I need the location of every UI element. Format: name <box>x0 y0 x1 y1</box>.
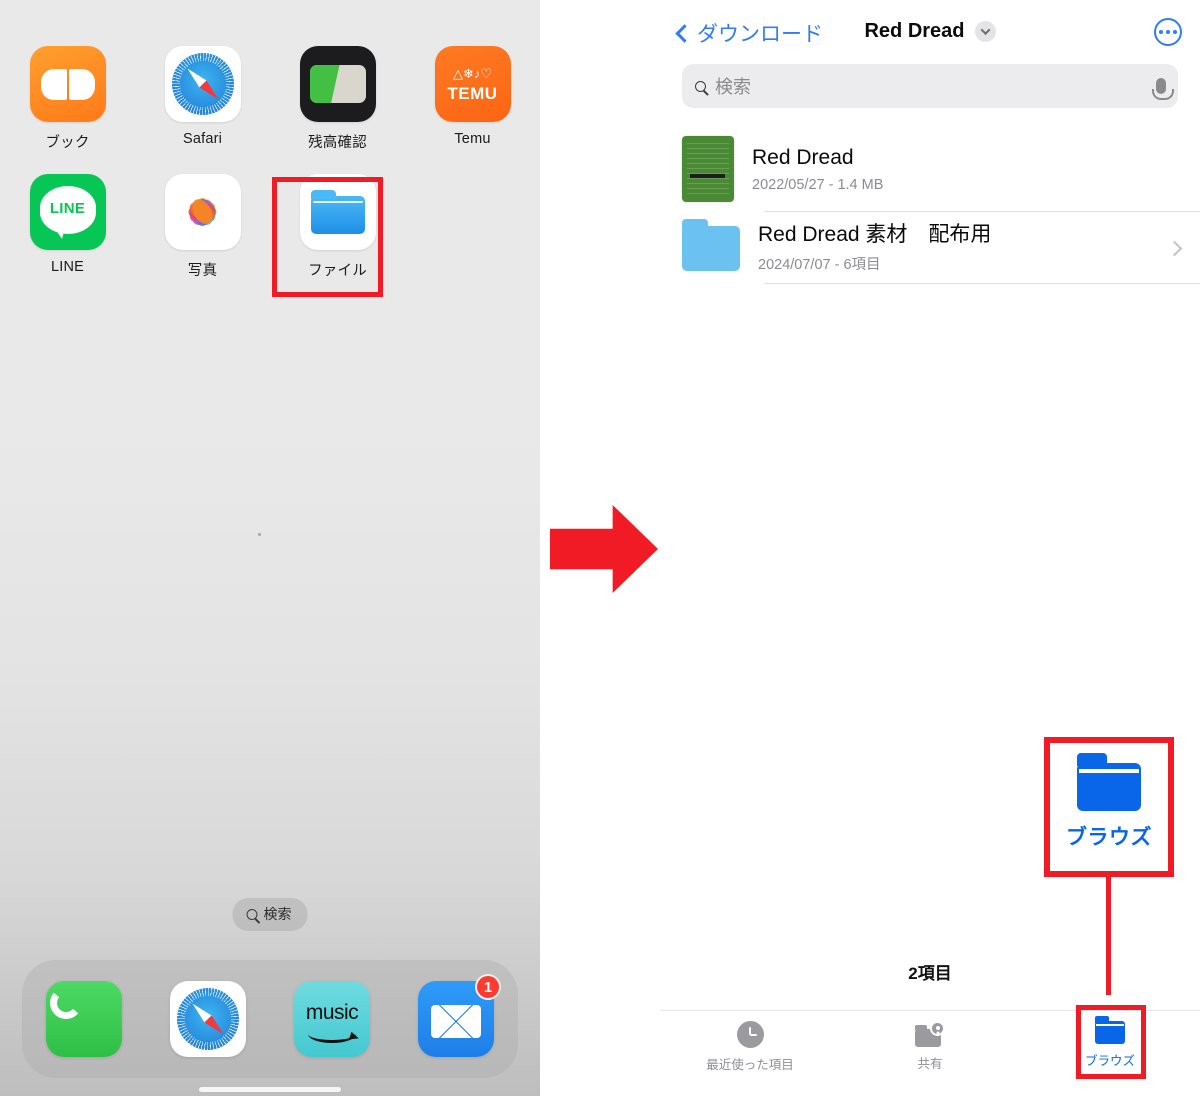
page-title: Red Dread <box>660 20 1200 43</box>
music-icon: music <box>294 981 370 1057</box>
list-item[interactable]: Red Dread 2022/05/27 - 1.4 MB <box>660 126 1200 212</box>
document-thumbnail <box>682 136 734 202</box>
balance-check-icon <box>299 46 376 122</box>
wallpaper-speck <box>258 533 261 536</box>
temu-wordmark: TEMU <box>447 84 498 103</box>
callout-connector-line <box>1106 877 1111 995</box>
app-icon-photos[interactable]: 写真 <box>135 174 270 280</box>
search-icon <box>246 908 258 920</box>
chevron-right-icon <box>1166 240 1183 256</box>
tab-label: 共有 <box>917 1057 943 1071</box>
app-label: Safari <box>182 131 223 147</box>
tab-label: ブラウズ <box>1084 1054 1135 1068</box>
search-icon <box>695 80 706 92</box>
app-label: ファイル <box>308 263 367 279</box>
line-icon: LINE <box>29 174 106 250</box>
app-label: 写真 <box>187 263 218 279</box>
temu-icon: △❄♪♡ TEMU <box>434 46 511 122</box>
app-label: 残高確認 <box>308 135 367 151</box>
tab-label: 最近使った項目 <box>706 1058 794 1072</box>
home-search-pill[interactable]: 検索 <box>232 898 308 931</box>
app-icon-temu[interactable]: △❄♪♡ TEMU Temu <box>405 46 540 152</box>
files-app-screen: ダウンロード Red Dread 検索 Red Dread 2022/05/27… <box>660 0 1200 1096</box>
list-item-text: Red Dread 2022/05/27 - 1.4 MB <box>752 145 1200 192</box>
item-count: 2項目 <box>908 964 952 983</box>
home-search-label: 検索 <box>263 906 292 922</box>
page-title-text: Red Dread <box>864 20 965 42</box>
list-item-meta: 2022/05/27 - 1.4 MB <box>752 176 884 193</box>
app-icon-line[interactable]: LINE LINE <box>0 174 135 280</box>
phone-icon <box>46 981 122 1057</box>
list-item-meta: 2024/07/07 - 6項目 <box>758 257 881 274</box>
mail-badge: 1 <box>475 974 501 1000</box>
safari-icon <box>164 46 241 122</box>
app-label: Temu <box>454 131 491 147</box>
app-icon-books[interactable]: ブック <box>0 46 135 152</box>
dock-item-music[interactable]: music <box>294 981 370 1057</box>
list-item-text: Red Dread 素材 配布用 2024/07/07 - 6項目 <box>758 222 1151 274</box>
search-input[interactable]: 検索 <box>682 64 1178 108</box>
dock-item-phone[interactable] <box>46 981 122 1057</box>
dock-item-safari[interactable] <box>170 981 246 1057</box>
tab-shared[interactable]: 共有 <box>840 1021 1020 1072</box>
shared-folder-icon <box>915 1021 945 1047</box>
ios-home-screen: ブック Safari 残高確認 △❄♪♡ TEMU Temu LINE LINE… <box>0 0 540 1096</box>
screenshot-root: ブック Safari 残高確認 △❄♪♡ TEMU Temu LINE LINE… <box>0 0 1200 1096</box>
app-label: ブック <box>45 135 90 151</box>
photos-icon <box>164 174 241 250</box>
folder-icon <box>682 218 740 271</box>
app-label: LINE <box>50 259 85 275</box>
callout-browse-tab: ブラウズ <box>1044 737 1174 877</box>
list-item[interactable]: Red Dread 素材 配布用 2024/07/07 - 6項目 <box>660 212 1200 285</box>
search-placeholder: 検索 <box>715 77 751 97</box>
books-icon <box>29 46 106 122</box>
red-right-arrow <box>550 505 658 593</box>
app-icon-balance-check[interactable]: 残高確認 <box>270 46 405 152</box>
tab-browse[interactable]: ブラウズ <box>1020 1016 1200 1069</box>
navigation-bar: ダウンロード Red Dread <box>660 0 1200 60</box>
microphone-icon[interactable] <box>1152 78 1174 100</box>
browse-folder-icon <box>1077 753 1141 811</box>
tab-recents[interactable]: 最近使った項目 <box>660 1021 840 1073</box>
browse-folder-icon <box>1095 1016 1125 1044</box>
safari-icon <box>170 981 246 1057</box>
callout-label: ブラウズ <box>1066 826 1152 849</box>
clock-icon <box>736 1021 764 1048</box>
file-list: Red Dread 2022/05/27 - 1.4 MB Red Dread … <box>660 126 1200 285</box>
line-wordmark: LINE <box>49 200 86 217</box>
transition-arrow-area <box>540 0 660 1096</box>
dock: music 1 <box>22 960 518 1078</box>
app-icon-safari[interactable]: Safari <box>135 46 270 152</box>
tab-bar: 最近使った項目 共有 ブラウズ <box>660 1010 1200 1096</box>
list-item-name: Red Dread 素材 配布用 <box>758 223 992 246</box>
home-indicator <box>199 1087 341 1092</box>
temu-glyph-row: △❄♪♡ <box>452 66 493 81</box>
list-item-name: Red Dread <box>752 146 854 170</box>
app-grid: ブック Safari 残高確認 △❄♪♡ TEMU Temu LINE LINE… <box>0 46 540 280</box>
row-divider <box>764 283 1200 285</box>
music-wordmark: music <box>305 1001 359 1024</box>
chevron-down-icon[interactable] <box>974 21 996 42</box>
app-icon-files[interactable]: ファイル <box>270 174 405 280</box>
ellipsis-circle-icon[interactable] <box>1154 18 1182 46</box>
dock-item-mail[interactable]: 1 <box>418 974 501 1057</box>
files-icon <box>299 174 376 250</box>
